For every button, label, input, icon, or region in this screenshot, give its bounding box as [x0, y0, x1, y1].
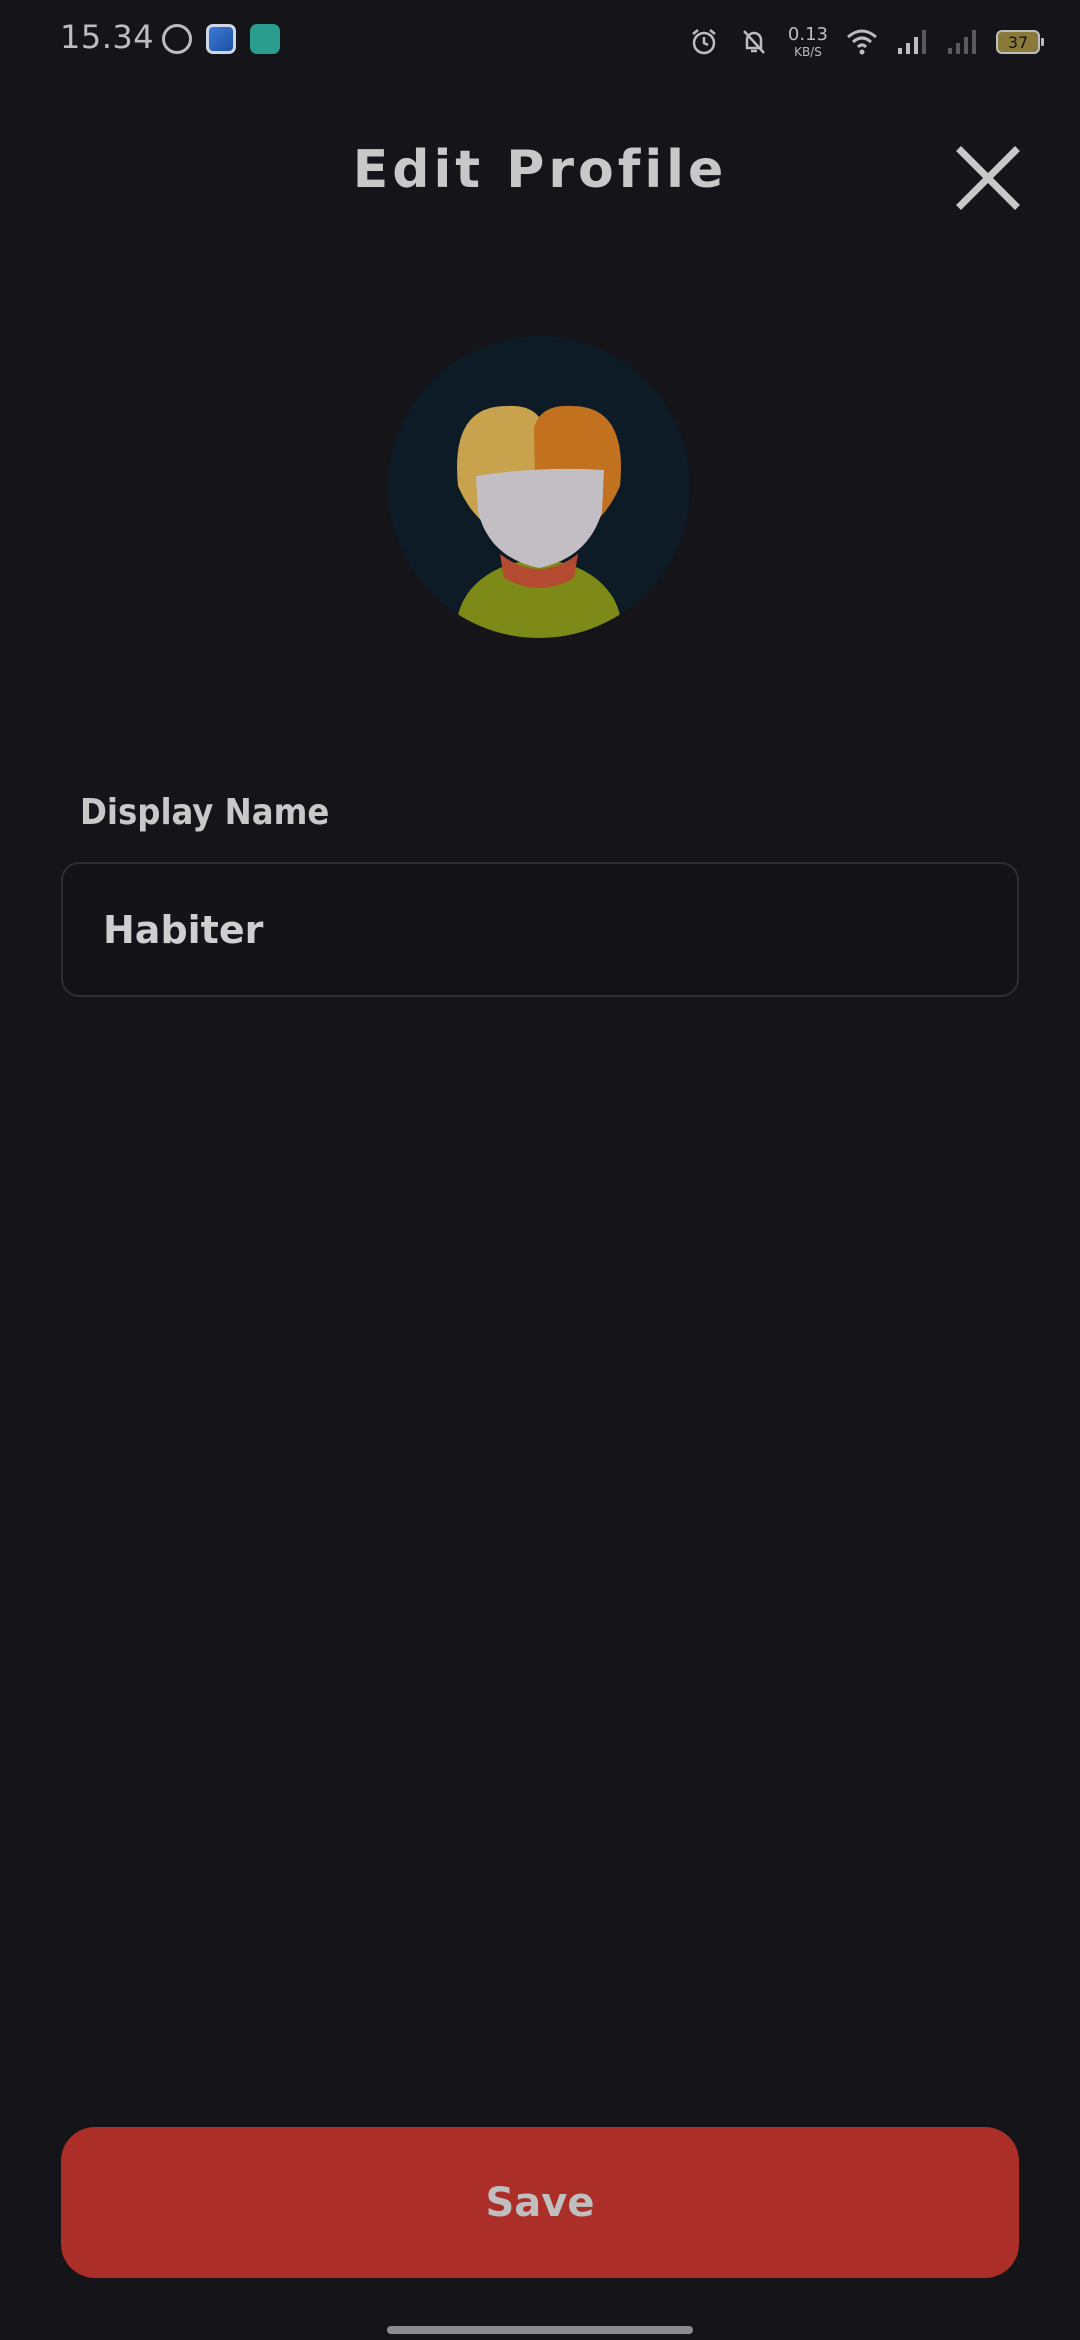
avatar[interactable]: [388, 336, 690, 638]
battery-icon: 37: [996, 30, 1044, 54]
home-indicator[interactable]: [387, 2326, 693, 2334]
page-title: Edit Profile: [352, 140, 728, 200]
network-speed: 0.13 KB/S: [787, 24, 828, 59]
edit-profile-screen: 15.34 0.13 KB/S 37 Edit Profile Display …: [0, 0, 1080, 2340]
app-notification-icon: [206, 24, 236, 54]
alarm-icon: [688, 26, 720, 58]
avatar-illustration: [388, 336, 690, 638]
status-bar: 15.34 0.13 KB/S 37: [0, 0, 1080, 84]
whatsapp-icon: [162, 24, 192, 54]
display-name-label: Display Name: [80, 792, 330, 833]
network-speed-value: 0.13: [787, 24, 828, 45]
app-notification-icon: [250, 24, 280, 54]
close-icon: [956, 146, 1020, 210]
close-button[interactable]: [955, 145, 1021, 211]
wifi-icon: [846, 26, 878, 58]
save-button[interactable]: Save: [61, 2127, 1019, 2278]
signal-icon: [946, 26, 978, 58]
status-time: 15.34: [60, 18, 155, 56]
display-name-input[interactable]: [61, 862, 1019, 997]
bell-muted-icon: [738, 26, 770, 58]
status-indicators: 0.13 KB/S 37: [688, 22, 1044, 62]
network-speed-unit: KB/S: [794, 45, 822, 59]
signal-icon: [896, 26, 928, 58]
